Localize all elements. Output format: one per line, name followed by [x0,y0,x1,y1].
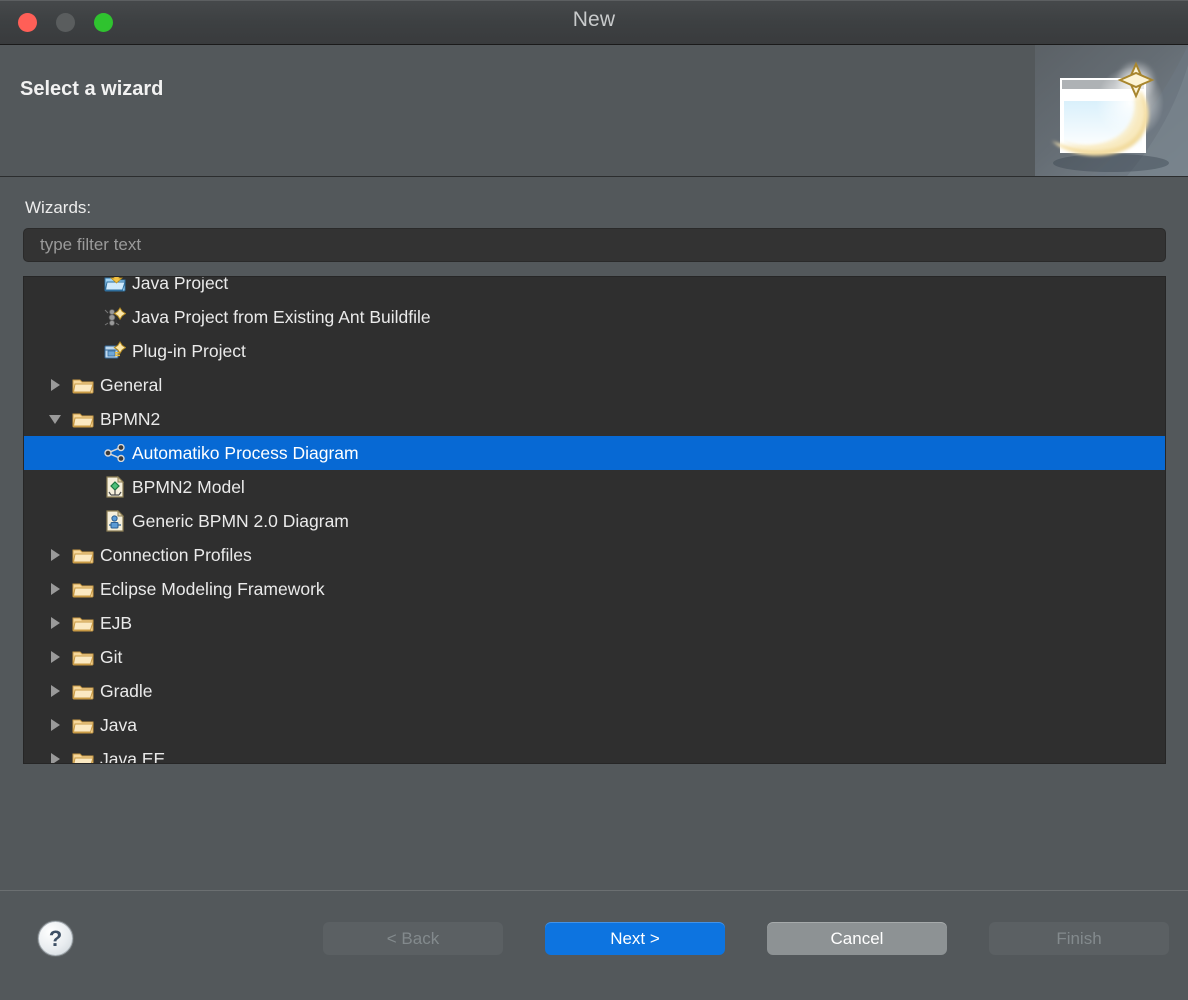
tree-item-label: Connection Profiles [100,544,252,565]
dialog-button-row: < Back Next > Cancel Finish [323,922,1169,955]
java-project-icon [104,277,126,294]
folder-icon [72,544,94,566]
titlebar-hairline [0,0,1188,1]
generic-bpmn-diagram-icon [104,510,126,532]
ant-buildfile-icon [104,306,126,328]
tree-item-label: Git [100,646,123,667]
bpmn2-model-icon [104,476,126,498]
chevron-right-icon[interactable] [48,649,64,665]
tree-item-label: Plug-in Project [132,340,246,361]
next-button[interactable]: Next > [545,922,725,955]
wizard-header: Select a wizard [0,45,1188,177]
tree-item-ejb[interactable]: EJB [24,606,1165,640]
chevron-right-icon[interactable] [48,717,64,733]
tree-item-label: Gradle [100,680,153,701]
tree-item-label: BPMN2 [100,408,161,429]
chevron-right-icon[interactable] [48,581,64,597]
window-title: New [572,8,616,31]
wizards-label: Wizards: [25,198,92,217]
filter-input[interactable] [23,228,1166,262]
tree-item-gradle[interactable]: Gradle [24,674,1165,708]
wizard-tree-rows: Java Project Java Project from Existing A… [24,276,1165,764]
tree-item-label: Java [100,714,137,735]
tree-item-java[interactable]: Java [24,708,1165,742]
tree-item-connection-profiles[interactable]: Connection Profiles [24,538,1165,572]
tree-item-label: Java Project [132,276,229,293]
tree-item-label: EJB [100,612,133,633]
tree-item-java-project-from-existing-ant-buildfile[interactable]: Java Project from Existing Ant Buildfile [24,300,1165,334]
share-network-icon [104,442,126,464]
folder-icon [72,612,94,634]
tree-item-automatiko-process-diagram[interactable]: Automatiko Process Diagram [24,436,1165,470]
tree-item-general[interactable]: General [24,368,1165,402]
folder-icon [72,578,94,600]
folder-icon [72,748,94,763]
wizard-body: Wizards: Java Project Java Project from E… [0,177,1188,890]
tree-item-label: Java Project from Existing Ant Buildfile [132,306,431,327]
chevron-right-icon[interactable] [48,615,64,631]
chevron-right-icon[interactable] [48,751,64,763]
tree-item-bpmn2-model[interactable]: BPMN2 Model [24,470,1165,504]
folder-icon [72,374,94,396]
wizard-sparkle-window-icon [1035,45,1188,176]
folder-icon [72,408,94,430]
tree-item-eclipse-modeling-framework[interactable]: Eclipse Modeling Framework [24,572,1165,606]
tree-item-label: Automatiko Process Diagram [132,442,359,463]
tree-item-java-project[interactable]: Java Project [24,276,1165,300]
tree-item-plug-in-project[interactable]: Plug-in Project [24,334,1165,368]
chevron-right-icon[interactable] [48,683,64,699]
tree-item-bpmn2[interactable]: BPMN2 [24,402,1165,436]
tree-item-label: Eclipse Modeling Framework [100,578,325,599]
help-icon[interactable]: ? [38,921,73,956]
chevron-right-icon[interactable] [48,377,64,393]
new-wizard-dialog: New Select a wizard Wizards: type filter… [0,0,1188,1000]
plugin-project-icon [104,340,126,362]
folder-icon [72,714,94,736]
finish-button: Finish [989,922,1169,955]
wizard-banner [1035,45,1188,176]
folder-icon [72,680,94,702]
tree-item-git[interactable]: Git [24,640,1165,674]
tree-item-label: Java EE [100,748,166,764]
tree-item-label: Generic BPMN 2.0 Diagram [132,510,349,531]
window-titlebar: New [0,0,1188,45]
tree-item-label: General [100,374,163,395]
wizard-tree[interactable]: Java Project Java Project from Existing A… [23,276,1166,764]
tree-item-generic-bpmn-2-0-diagram[interactable]: Generic BPMN 2.0 Diagram [24,504,1165,538]
back-button: < Back [323,922,503,955]
tree-item-java-ee[interactable]: Java EE [24,742,1165,764]
folder-icon [72,646,94,668]
cancel-button[interactable]: Cancel [767,922,947,955]
dialog-footer: ? < Back Next > Cancel Finish [0,890,1188,1000]
page-title: Select a wizard [20,78,164,100]
chevron-down-icon[interactable] [48,411,64,427]
tree-item-label: BPMN2 Model [132,476,245,497]
chevron-right-icon[interactable] [48,547,64,563]
